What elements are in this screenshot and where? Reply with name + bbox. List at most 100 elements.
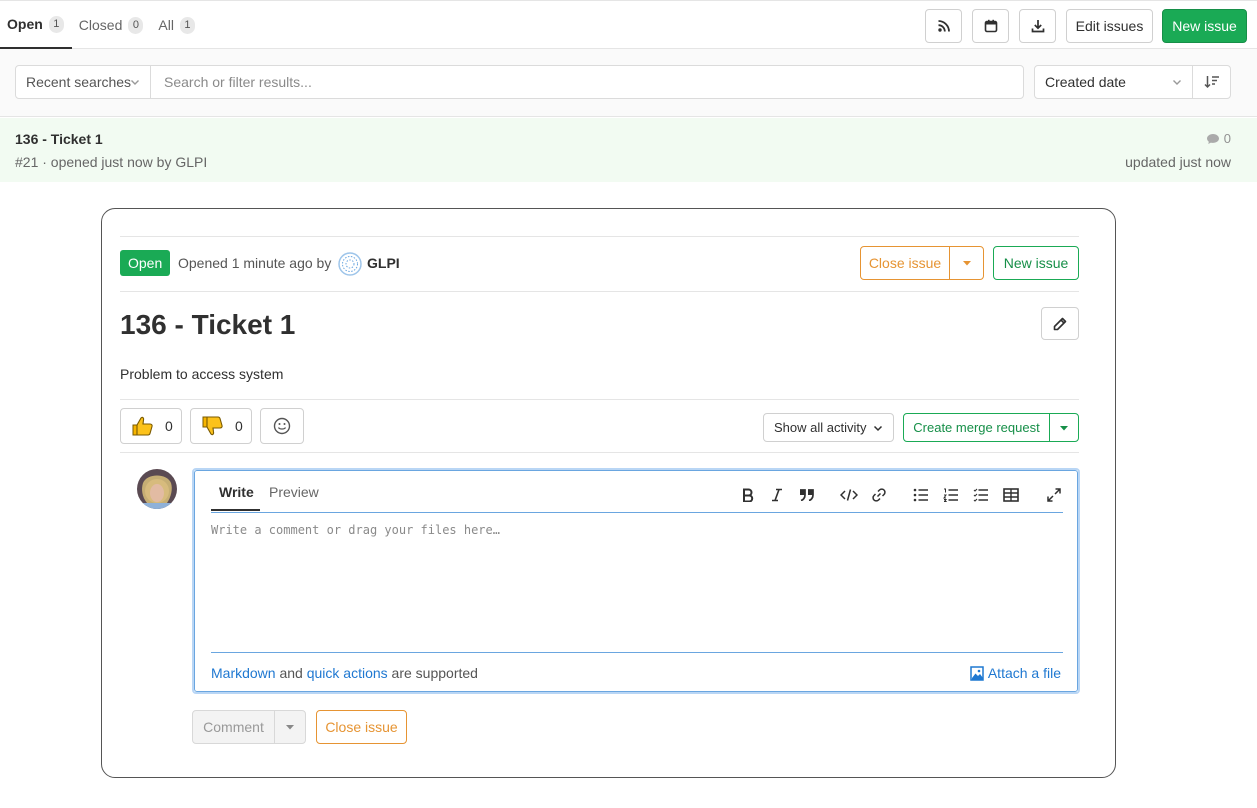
user-photo — [137, 469, 177, 509]
tab-closed-count: 0 — [128, 16, 144, 34]
numbered-list-icon — [943, 488, 958, 502]
active-tab-underline — [211, 509, 260, 511]
create-merge-request-split-button: Create merge request — [903, 413, 1079, 442]
tab-open[interactable]: Open 1 — [0, 1, 72, 49]
author-avatar[interactable] — [338, 252, 362, 276]
quote-button[interactable] — [798, 486, 816, 504]
search-group: Recent searches — [15, 65, 1024, 99]
divider — [120, 399, 1079, 400]
tab-open-count: 1 — [48, 15, 64, 33]
footer-supported-text: are supported — [387, 665, 478, 681]
quote-icon — [800, 489, 814, 501]
search-input[interactable] — [151, 66, 1023, 98]
bold-button[interactable] — [739, 486, 757, 504]
image-icon — [970, 665, 984, 681]
link-icon — [872, 488, 886, 502]
status-badge: Open — [120, 250, 171, 276]
tab-open-label: Open — [7, 16, 43, 32]
caret-down-icon — [286, 725, 294, 730]
thumbs-up-count: 0 — [165, 418, 173, 434]
tab-all-count: 1 — [179, 16, 195, 34]
fullscreen-button[interactable] — [1045, 486, 1063, 504]
italic-icon — [772, 488, 782, 502]
create-merge-request-button[interactable]: Create merge request — [904, 414, 1050, 441]
editor-footer-help: Markdown and quick actions are supported — [211, 665, 478, 681]
current-user-avatar[interactable] — [137, 469, 177, 509]
activity-filter-label: Show all activity — [774, 420, 867, 435]
tab-write[interactable]: Write — [219, 484, 254, 500]
issue-description: Problem to access system — [120, 366, 284, 382]
close-issue-button[interactable]: Close issue — [861, 247, 950, 279]
new-issue-button[interactable]: New issue — [1162, 9, 1247, 43]
add-reaction-button[interactable] — [260, 408, 304, 444]
comment-textarea[interactable] — [211, 523, 1063, 643]
rss-feed-button[interactable] — [925, 9, 962, 43]
edit-title-button[interactable] — [1041, 307, 1079, 340]
issue-title: 136 - Ticket 1 — [120, 309, 296, 340]
recent-searches-dropdown[interactable]: Recent searches — [16, 66, 151, 98]
issue-comment-count[interactable]: 0 — [1206, 131, 1231, 146]
comment-type-dropdown[interactable] — [275, 711, 305, 743]
recent-searches-label: Recent searches — [26, 74, 132, 90]
tab-closed[interactable]: Closed 0 — [72, 1, 152, 49]
author-name[interactable]: GLPI — [367, 255, 400, 271]
smiley-icon — [273, 417, 291, 435]
activity-filter-dropdown[interactable]: Show all activity — [763, 413, 894, 442]
download-icon — [1031, 20, 1044, 33]
code-icon — [840, 489, 858, 501]
link-button[interactable] — [870, 486, 888, 504]
task-list-icon — [973, 488, 988, 502]
bullet-list-button[interactable] — [912, 486, 930, 504]
editor-tab-bar: Write Preview — [211, 471, 1063, 513]
tab-preview[interactable]: Preview — [269, 484, 319, 500]
state-tabs: Open 1 Closed 0 All 1 — [0, 1, 203, 49]
calendar-icon — [984, 19, 997, 33]
attach-file-label: Attach a file — [987, 665, 1061, 681]
create-merge-request-dropdown[interactable] — [1050, 414, 1078, 441]
calendar-button[interactable] — [972, 9, 1009, 43]
tab-all[interactable]: All 1 — [151, 1, 203, 49]
task-list-button[interactable] — [972, 486, 990, 504]
chevron-down-icon — [873, 425, 883, 432]
sort-dropdown[interactable]: Created date — [1035, 66, 1193, 98]
close-issue-dropdown[interactable] — [950, 247, 983, 279]
markdown-link[interactable]: Markdown — [211, 665, 276, 681]
issue-detail-card: Open Opened 1 minute ago by GLPI Close i… — [101, 208, 1116, 778]
sort-direction-button[interactable] — [1193, 66, 1230, 98]
rss-icon — [937, 20, 950, 32]
new-issue-outline-button[interactable]: New issue — [993, 246, 1079, 280]
expand-icon — [1047, 488, 1061, 502]
comment-editor-frame: Write Preview Write a comment or drag yo… — [194, 470, 1078, 692]
numbered-list-button[interactable] — [942, 486, 960, 504]
chevron-down-icon — [131, 80, 139, 85]
comment-editor: Write Preview Write a comment or drag yo… — [192, 468, 1080, 694]
issue-list-title[interactable]: 136 - Ticket 1 — [15, 131, 103, 147]
export-button[interactable] — [1019, 9, 1056, 43]
code-button[interactable] — [840, 486, 858, 504]
edit-issues-button[interactable]: Edit issues — [1066, 9, 1153, 43]
pencil-icon — [1053, 317, 1067, 330]
comment-split-button: Comment — [192, 710, 306, 744]
issue-list-row[interactable]: 136 - Ticket 1 #21 · opened just now by … — [0, 118, 1257, 182]
table-button[interactable] — [1002, 486, 1020, 504]
tab-all-label: All — [158, 17, 174, 33]
thumbs-down-count: 0 — [235, 418, 243, 434]
italic-button[interactable] — [768, 486, 786, 504]
comment-button[interactable]: Comment — [193, 711, 275, 743]
thumbs-down-award[interactable]: 0 — [190, 408, 252, 444]
sort-group: Created date — [1034, 65, 1231, 99]
filter-bar: Recent searches Created date — [0, 49, 1257, 117]
thumbs-up-award[interactable]: 0 — [120, 408, 182, 444]
bullet-list-icon — [913, 488, 928, 502]
attach-file-button[interactable]: Attach a file — [970, 665, 1061, 681]
issue-list-meta: #21 · opened just now by GLPI — [15, 154, 208, 170]
footer-and-text: and — [275, 665, 307, 681]
tab-closed-label: Closed — [78, 17, 123, 33]
issues-tab-bar: Open 1 Closed 0 All 1 Edit issues New is… — [0, 0, 1257, 49]
issue-updated-text: updated just now — [1125, 154, 1231, 170]
quick-actions-link[interactable]: quick actions — [307, 665, 388, 681]
divider — [120, 291, 1079, 292]
close-issue-bottom-button[interactable]: Close issue — [316, 710, 407, 744]
caret-down-icon — [962, 261, 971, 266]
chevron-down-icon — [1173, 80, 1181, 85]
